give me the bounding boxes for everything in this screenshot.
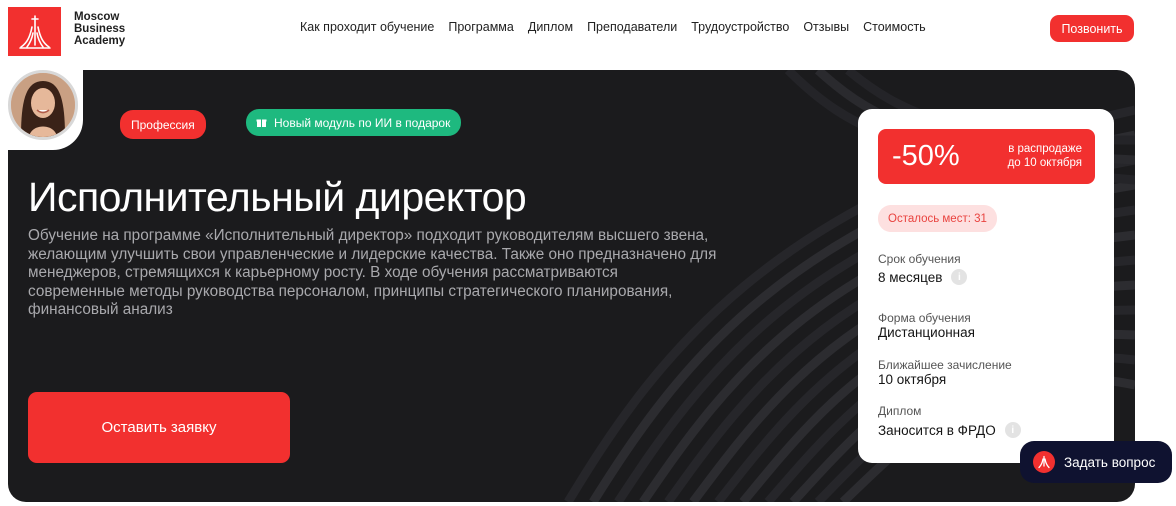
format-text: Дистанционная xyxy=(878,325,975,340)
call-button[interactable]: Позвонить xyxy=(1050,15,1134,42)
nav-item-employment[interactable]: Трудоустройство xyxy=(691,20,789,34)
enrollment-text: 10 октября xyxy=(878,372,947,387)
sale-banner: -50% в распродаже до 10 октября xyxy=(878,129,1095,184)
kremlin-logo-icon xyxy=(18,14,51,49)
duration-value: 8 месяцев i xyxy=(878,269,968,285)
logo[interactable] xyxy=(8,7,61,56)
apply-button[interactable]: Оставить заявку xyxy=(28,392,290,463)
program-description: Обучение на программе «Исполнительный ди… xyxy=(28,227,717,318)
format-value: Дистанционная xyxy=(878,325,975,340)
gift-badge-label: Новый модуль по ИИ в подарок xyxy=(274,115,451,130)
nav-item-teachers[interactable]: Преподаватели xyxy=(587,20,677,34)
gift-icon xyxy=(256,119,267,127)
sale-note: в распродаже до 10 октября xyxy=(1008,142,1082,170)
diploma-text: Заносится в ФРДО xyxy=(878,422,996,438)
info-icon[interactable]: i xyxy=(951,269,968,285)
page: Moscow Business Academy Как проходит обу… xyxy=(0,0,1176,506)
page-title: Исполнительный директор xyxy=(28,174,527,220)
chat-logo-icon xyxy=(1033,451,1055,473)
nav-item-reviews[interactable]: Отзывы xyxy=(803,20,849,34)
nav-item-price[interactable]: Стоимость xyxy=(863,20,926,34)
sale-note-line: до 10 октября xyxy=(1007,157,1082,169)
discount-value: -50% xyxy=(892,140,960,172)
diploma-label: Диплом xyxy=(878,404,922,418)
logo-line: Academy xyxy=(74,35,126,47)
nav-item-program[interactable]: Программа xyxy=(448,20,514,34)
enrollment-label: Ближайшее зачисление xyxy=(878,358,1012,372)
seats-left-badge: Осталось мест: 31 xyxy=(878,205,997,232)
avatar-image xyxy=(11,73,75,137)
sale-note-line: в распродаже xyxy=(1008,143,1082,155)
logo-text: Moscow Business Academy xyxy=(74,11,154,47)
nav-item-diploma[interactable]: Диплом xyxy=(528,20,573,34)
gift-badge: Новый модуль по ИИ в подарок xyxy=(246,109,462,136)
enrollment-value: 10 октября xyxy=(878,372,946,387)
avatar xyxy=(8,70,78,140)
profession-badge: Профессия xyxy=(120,110,206,139)
duration-label: Срок обучения xyxy=(878,252,961,266)
info-icon[interactable]: i xyxy=(1004,422,1021,438)
duration-text: 8 месяцев xyxy=(878,269,943,285)
logo-line: Moscow xyxy=(74,11,120,23)
nav-item-how-it-works[interactable]: Как проходит обучение xyxy=(300,20,434,34)
main-nav: Как проходит обучение Программа Диплом П… xyxy=(300,20,926,34)
format-label: Форма обучения xyxy=(878,311,971,325)
kremlin-mini-icon xyxy=(1038,455,1050,469)
ask-question-label: Задать вопрос xyxy=(1064,454,1156,470)
site-header: Moscow Business Academy Как проходит обу… xyxy=(0,0,1176,64)
ask-question-button[interactable]: Задать вопрос xyxy=(1020,441,1172,483)
logo-line: Business xyxy=(74,23,126,35)
diploma-value: Заносится в ФРДО i xyxy=(878,422,1021,438)
course-info-card: -50% в распродаже до 10 октября Осталось… xyxy=(858,109,1114,463)
